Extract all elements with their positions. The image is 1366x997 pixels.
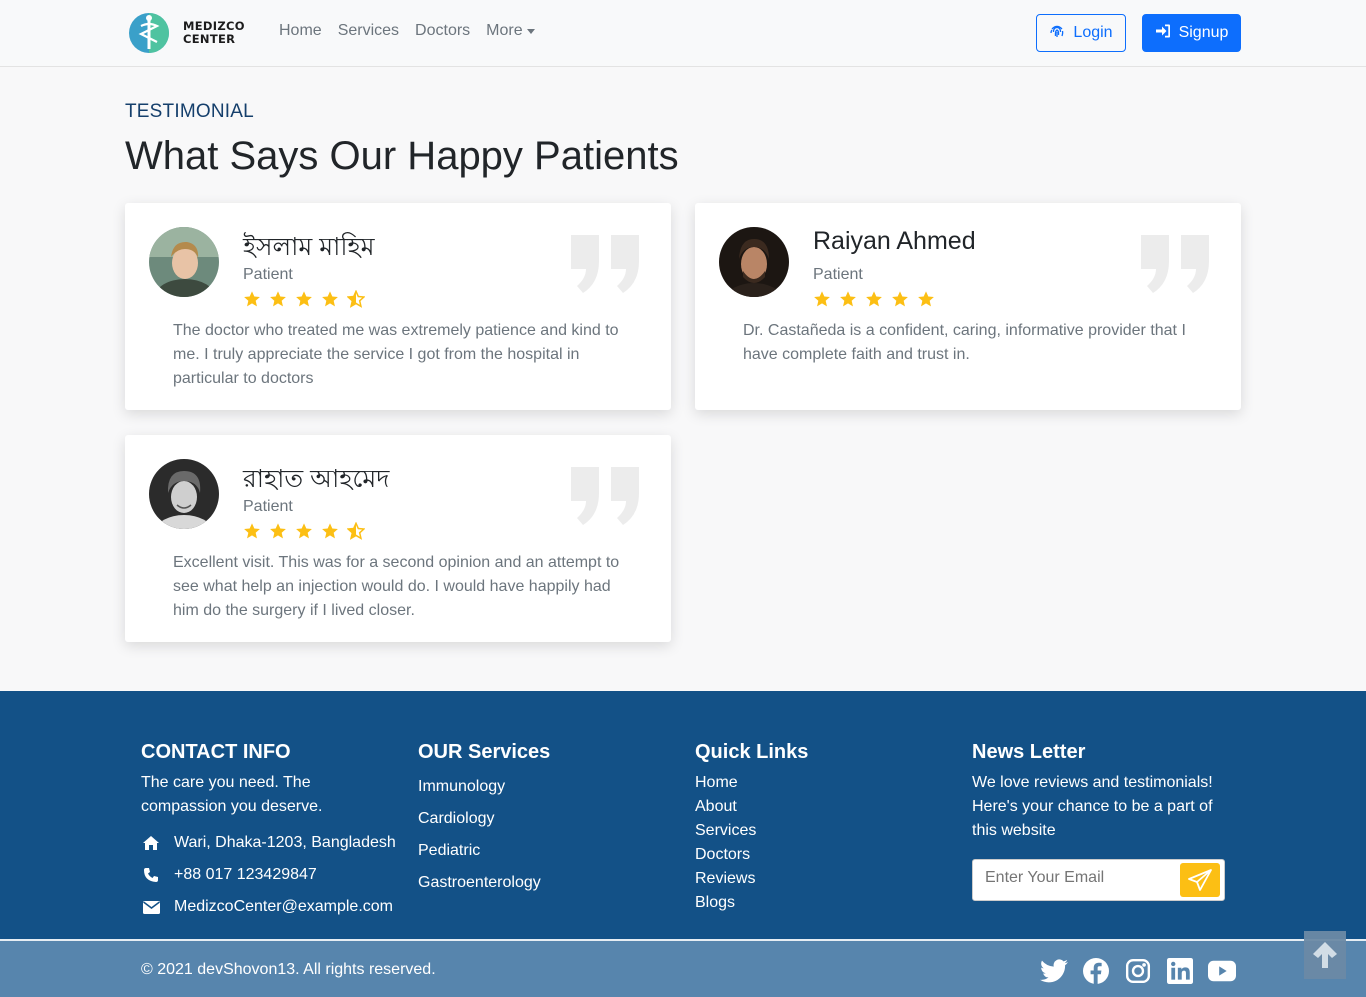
contact-email: MedizcoCenter@example.com <box>141 891 401 923</box>
newsletter-text: We love reviews and testimonials! Here's… <box>972 774 1213 839</box>
quote-icon <box>571 235 639 293</box>
sign-in-icon <box>1155 23 1171 44</box>
copyright: © 2021 devShovon13. All rights reserved. <box>141 961 436 978</box>
navbar: MEDIZCO CENTER Home Services Doctors Mor… <box>0 0 1366 67</box>
signup-label: Signup <box>1178 24 1229 41</box>
quick-links-title: Quick Links <box>695 741 809 763</box>
phone-icon <box>141 866 161 884</box>
avatar <box>149 227 219 297</box>
logo[interactable]: MEDIZCO CENTER <box>125 12 255 54</box>
avatar <box>149 459 219 529</box>
star-icon <box>322 291 338 307</box>
testimonial-quote: The doctor who treated me was extremely … <box>173 322 619 387</box>
rating-stars <box>243 522 365 540</box>
service-link-gastroenterology[interactable]: Gastroenterology <box>418 867 618 899</box>
quick-link-doctors[interactable]: Doctors <box>695 843 895 867</box>
linkedin-icon[interactable] <box>1166 957 1194 985</box>
avatar <box>719 227 789 297</box>
paper-plane-icon <box>1188 869 1212 891</box>
twitter-icon[interactable] <box>1040 957 1068 985</box>
scroll-to-top-button[interactable] <box>1304 931 1346 979</box>
send-button[interactable] <box>1180 863 1220 897</box>
nav-link-doctors[interactable]: Doctors <box>415 22 470 40</box>
contact-title: CONTACT INFO <box>141 741 291 763</box>
contact-address: Wari, Dhaka-1203, Bangladesh <box>141 827 401 859</box>
rating-stars <box>243 290 365 308</box>
service-link-cardiology[interactable]: Cardiology <box>418 803 618 835</box>
quick-link-reviews[interactable]: Reviews <box>695 867 895 891</box>
star-icon <box>814 291 830 307</box>
star-icon <box>296 291 312 307</box>
patient-name: Raiyan Ahmed <box>813 227 976 255</box>
login-label: Login <box>1073 24 1113 41</box>
email-input[interactable] <box>985 869 1175 887</box>
login-button[interactable]: Login <box>1036 14 1126 52</box>
patient-role: Patient <box>243 498 293 515</box>
contact-phone: +88 017 123429847 <box>141 859 401 891</box>
envelope-icon <box>141 898 161 916</box>
nav-links: Home Services Doctors More <box>279 22 551 40</box>
footer-quick-links: Quick Links Home About Services Doctors … <box>695 741 895 915</box>
testimonial-card: রাহাত আহমেদ Patient Excellent visit. Thi… <box>125 435 671 642</box>
contact-address-text: Wari, Dhaka-1203, Bangladesh <box>174 834 396 851</box>
services-title: OUR Services <box>418 741 551 763</box>
nav-link-home[interactable]: Home <box>279 22 322 40</box>
service-link-pediatric[interactable]: Pediatric <box>418 835 618 867</box>
star-icon <box>840 291 856 307</box>
quick-link-about[interactable]: About <box>695 795 895 819</box>
patient-role: Patient <box>813 266 863 283</box>
section-eyebrow: TESTIMONIAL <box>125 101 254 122</box>
home-icon <box>141 834 161 852</box>
service-link-immunology[interactable]: Immunology <box>418 771 618 803</box>
testimonial-card: ইসলাম মাহিম Patient The doctor who treat… <box>125 203 671 410</box>
star-icon <box>892 291 908 307</box>
footer: CONTACT INFO The care you need. The comp… <box>0 691 1366 939</box>
caret-down-icon <box>526 28 535 34</box>
nav-link-more-label: More <box>486 22 523 39</box>
footer-contact: CONTACT INFO The care you need. The comp… <box>141 741 401 923</box>
instagram-icon[interactable] <box>1124 957 1152 985</box>
section-title: What Says Our Happy Patients <box>125 134 679 178</box>
caduceus-logo-icon <box>125 12 173 54</box>
patient-name: রাহাত আহমেদ <box>243 465 390 493</box>
rating-stars <box>813 290 935 308</box>
patient-name: ইসলাম মাহিম <box>243 233 375 261</box>
fingerprint-icon <box>1049 23 1065 44</box>
quote-icon <box>571 467 639 525</box>
newsletter-form <box>972 859 1225 901</box>
contact-phone-text: +88 017 123429847 <box>174 866 317 883</box>
patient-role: Patient <box>243 266 293 283</box>
star-icon <box>270 523 286 539</box>
bottom-bar: © 2021 devShovon13. All rights reserved. <box>0 939 1366 997</box>
signup-button[interactable]: Signup <box>1142 14 1241 52</box>
half-star-icon <box>347 522 365 540</box>
quick-link-blogs[interactable]: Blogs <box>695 891 895 915</box>
star-icon <box>322 523 338 539</box>
star-icon <box>918 291 934 307</box>
footer-newsletter: News Letter We love reviews and testimon… <box>972 741 1232 843</box>
contact-tagline: The care you need. The compassion you de… <box>141 774 323 815</box>
star-icon <box>296 523 312 539</box>
quick-link-home[interactable]: Home <box>695 771 895 795</box>
nav-link-more[interactable]: More <box>486 22 535 40</box>
social-links <box>1040 957 1236 985</box>
star-icon <box>270 291 286 307</box>
quote-icon <box>1141 235 1209 293</box>
quick-link-services[interactable]: Services <box>695 819 895 843</box>
logo-line2: CENTER <box>183 32 236 46</box>
nav-link-services[interactable]: Services <box>338 22 399 40</box>
facebook-icon[interactable] <box>1082 957 1110 985</box>
testimonial-quote: Dr. Castañeda is a confident, caring, in… <box>743 322 1186 363</box>
contact-email-text: MedizcoCenter@example.com <box>174 898 393 915</box>
star-icon <box>866 291 882 307</box>
arrow-up-icon <box>1313 942 1337 968</box>
half-star-icon <box>347 290 365 308</box>
star-icon <box>244 291 260 307</box>
newsletter-title: News Letter <box>972 741 1086 763</box>
testimonial-card: Raiyan Ahmed Patient Dr. Castañeda is a … <box>695 203 1241 410</box>
youtube-icon[interactable] <box>1208 957 1236 985</box>
testimonial-quote: Excellent visit. This was for a second o… <box>173 554 620 619</box>
footer-services: OUR Services Immunology Cardiology Pedia… <box>418 741 618 899</box>
star-icon <box>244 523 260 539</box>
